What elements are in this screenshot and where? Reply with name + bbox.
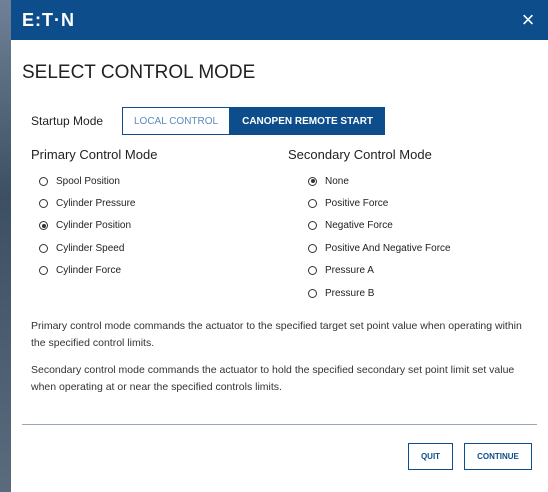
radio-icon [308,243,317,253]
radio-label: Cylinder Force [56,265,122,277]
secondary-radio-pressure-a[interactable]: Pressure A [308,260,451,282]
startup-mode-label: Startup Mode [31,114,104,128]
close-icon[interactable]: × [508,0,548,40]
footer-divider [22,424,537,425]
radio-icon [39,243,48,253]
primary-radio-cylinder-speed[interactable]: Cylinder Speed [39,237,135,259]
primary-radio-spool-position[interactable]: Spool Position [39,170,135,192]
secondary-radio-pressure-b[interactable]: Pressure B [308,282,451,304]
secondary-control-mode-heading: Secondary Control Mode [288,147,432,162]
local-control-button[interactable]: LOCAL CONTROL [122,107,231,135]
radio-icon [308,266,317,276]
radio-label: Pressure B [325,287,375,299]
primary-radio-cylinder-position[interactable]: Cylinder Position [39,215,135,237]
radio-icon [308,288,317,298]
radio-icon [39,199,48,209]
radio-label: None [325,175,349,187]
secondary-description: Secondary control mode commands the actu… [31,364,515,393]
radio-icon [308,221,317,231]
secondary-control-mode-list: None Positive Force Negative Force Posit… [308,170,451,304]
radio-checked-icon [39,221,48,231]
canopen-remote-start-button[interactable]: CANOPEN REMOTE START [230,107,386,135]
secondary-radio-none[interactable]: None [308,170,451,192]
primary-radio-cylinder-pressure[interactable]: Cylinder Pressure [39,192,135,214]
primary-radio-cylinder-force[interactable]: Cylinder Force [39,260,135,282]
radio-icon [39,176,48,186]
secondary-radio-positive-force[interactable]: Positive Force [308,192,451,214]
radio-label: Cylinder Speed [56,242,125,254]
primary-control-mode-list: Spool Position Cylinder Pressure Cylinde… [39,170,135,282]
radio-label: Cylinder Position [56,220,132,232]
radio-checked-icon [308,176,317,186]
primary-control-mode-heading: Primary Control Mode [31,147,158,162]
select-control-mode-dialog: E:T·N × SELECT CONTROL MODE Startup Mode… [11,0,548,492]
radio-icon [39,266,48,276]
eaton-logo: E:T·N [22,9,75,30]
quit-button[interactable]: QUIT [408,443,453,470]
radio-label: Cylinder Pressure [56,198,136,210]
startup-mode-row: Startup Mode LOCAL CONTROL CANOPEN REMOT… [31,107,386,135]
secondary-radio-negative-force[interactable]: Negative Force [308,215,451,237]
radio-label: Spool Position [56,175,120,187]
continue-button[interactable]: CONTINUE [464,443,532,470]
radio-label: Pressure A [325,265,374,277]
radio-label: Negative Force [325,220,393,232]
secondary-radio-positive-and-negative-force[interactable]: Positive And Negative Force [308,237,451,259]
dialog-title: SELECT CONTROL MODE [22,62,256,83]
startup-mode-toggle: LOCAL CONTROL CANOPEN REMOTE START [122,107,386,135]
radio-label: Positive And Negative Force [325,242,451,254]
dialog-header: E:T·N × [11,0,548,40]
radio-icon [308,199,317,209]
primary-description: Primary control mode commands the actuat… [31,320,522,349]
radio-label: Positive Force [325,198,389,210]
